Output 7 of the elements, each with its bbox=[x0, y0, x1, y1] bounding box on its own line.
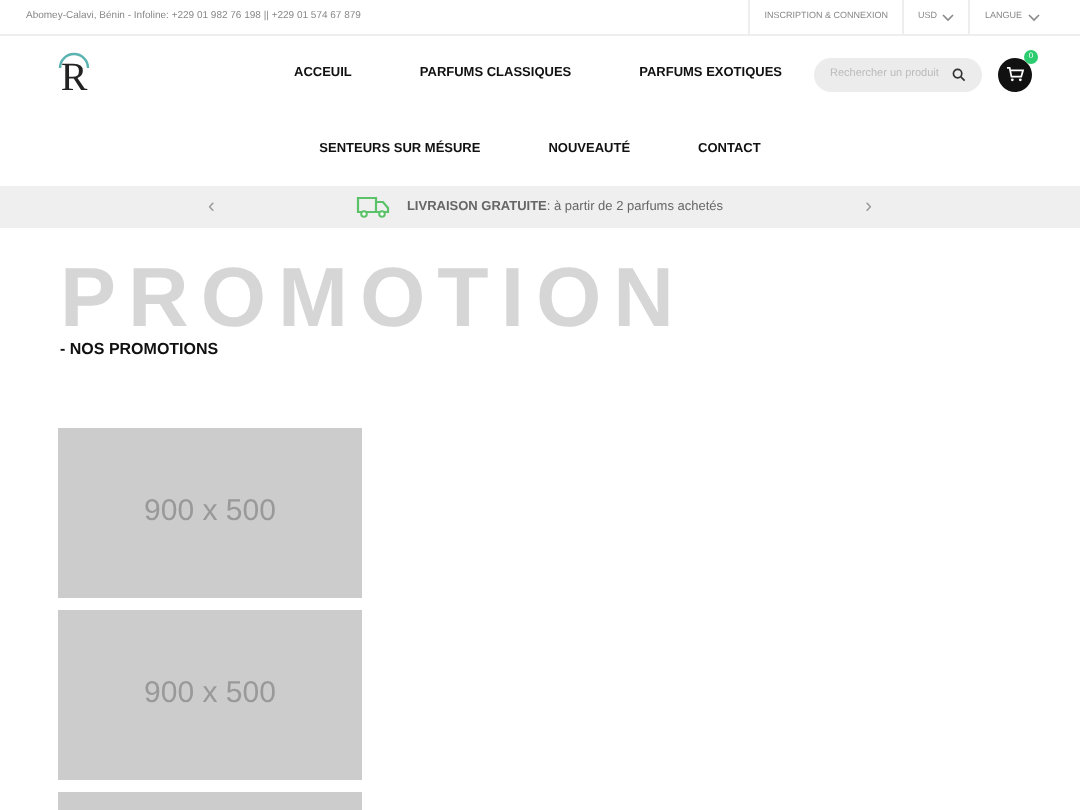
section-title: - NOS PROMOTIONS bbox=[60, 338, 219, 362]
truck-icon bbox=[356, 196, 391, 218]
caret-icon bbox=[942, 13, 955, 21]
search-icon[interactable] bbox=[952, 67, 966, 81]
logo[interactable]: R bbox=[48, 48, 100, 100]
caret-icon bbox=[1028, 13, 1040, 21]
cart-icon bbox=[1006, 66, 1024, 82]
